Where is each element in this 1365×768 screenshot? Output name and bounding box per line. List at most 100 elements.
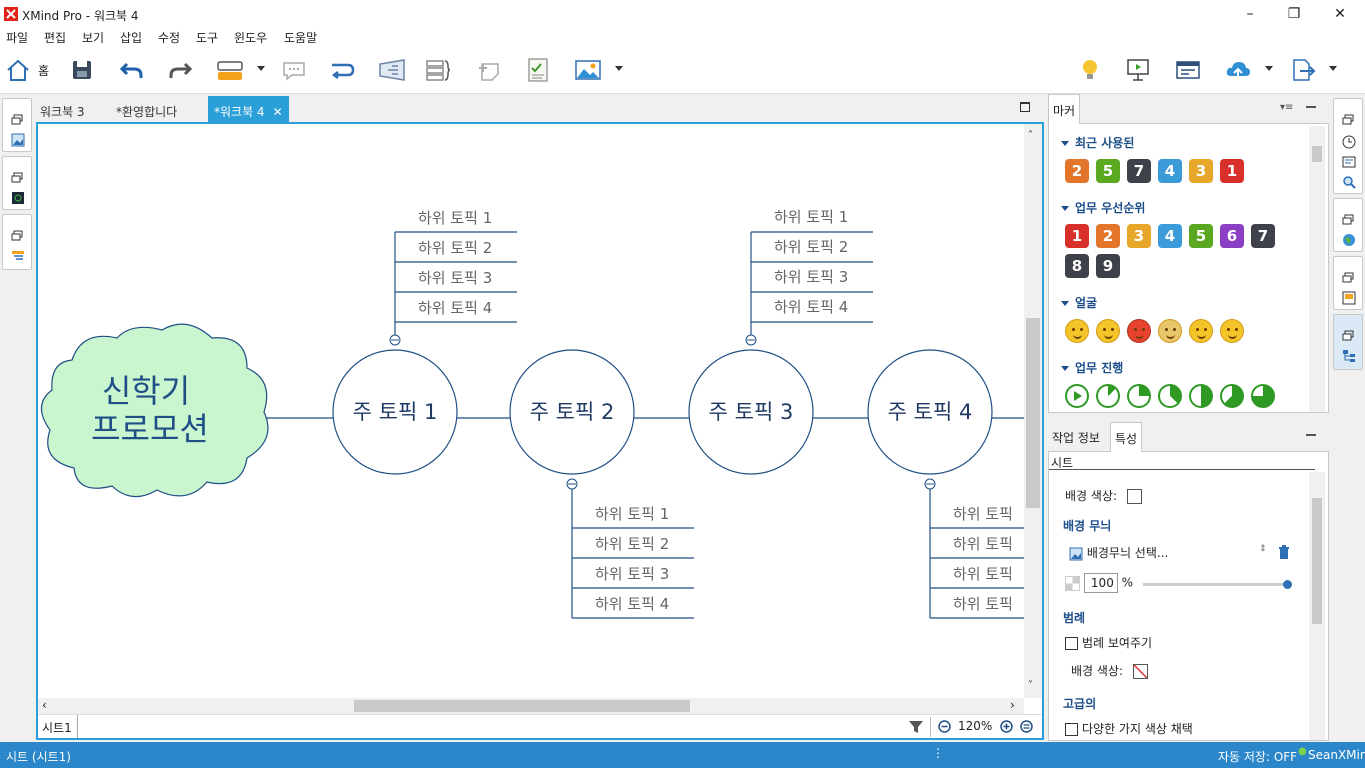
save-button[interactable] [68, 56, 96, 84]
smile-face-icon[interactable] [1065, 319, 1089, 343]
legend-background-swatch[interactable] [1132, 664, 1148, 679]
laugh-face-icon[interactable] [1096, 319, 1120, 343]
menu-help[interactable]: 도움말 [284, 29, 317, 46]
tab-workbook-4[interactable]: *워크북 4 ✕ [208, 96, 289, 122]
background-color-swatch[interactable] [1126, 489, 1142, 504]
tab-workbook-3[interactable]: 워크북 3 [34, 96, 91, 122]
vertical-scroll-thumb[interactable] [1026, 318, 1040, 508]
marker-priority-3[interactable]: 3 [1189, 159, 1213, 183]
marker-priority-8[interactable]: 8 [1065, 254, 1089, 278]
scroll-right-icon[interactable]: › [1010, 698, 1015, 712]
image-dropdown-caret[interactable] [615, 66, 623, 71]
overview-icon[interactable] [11, 191, 25, 205]
home-button[interactable] [4, 56, 32, 84]
task-button[interactable] [524, 56, 552, 84]
layout-button[interactable] [1174, 56, 1202, 84]
export-button[interactable] [1288, 56, 1316, 84]
markers-scroll-thumb[interactable] [1312, 146, 1322, 162]
menu-file[interactable]: 파일 [6, 29, 28, 46]
minimize-panel-icon[interactable] [1306, 106, 1316, 108]
tab-markers[interactable]: 마커 [1048, 94, 1081, 124]
topic-dropdown-caret[interactable] [257, 66, 265, 71]
presentation-button[interactable] [1124, 56, 1152, 84]
marker-priority-6[interactable]: 6 [1220, 224, 1244, 248]
progress-three-eighths-icon[interactable] [1158, 384, 1182, 408]
menu-window[interactable]: 윈도우 [234, 29, 267, 46]
section-faces[interactable]: 얼굴 [1061, 294, 1097, 311]
zoom-in-icon[interactable] [1000, 720, 1013, 733]
structure-icon[interactable] [1342, 349, 1356, 363]
marker-priority-4[interactable]: 4 [1158, 159, 1182, 183]
surprise-face-icon[interactable] [1189, 319, 1213, 343]
close-tab-icon[interactable]: ✕ [273, 105, 283, 119]
fit-zoom-icon[interactable] [1020, 720, 1033, 733]
marker-priority-2[interactable]: 2 [1096, 224, 1120, 248]
opacity-slider-handle[interactable] [1283, 580, 1292, 589]
progress-start-icon[interactable] [1065, 384, 1089, 408]
properties-scroll-thumb[interactable] [1312, 498, 1322, 624]
boring-face-icon[interactable] [1220, 319, 1244, 343]
properties-scrollbar[interactable] [1309, 472, 1325, 740]
scroll-down-icon[interactable]: ˅ [1028, 680, 1033, 691]
export-dropdown-caret[interactable] [1329, 66, 1337, 71]
cry-face-icon[interactable] [1158, 319, 1182, 343]
view-menu-icon[interactable]: ▾≡ [1280, 102, 1293, 113]
filter-icon[interactable] [908, 719, 924, 735]
boundary-button[interactable] [378, 56, 406, 84]
menu-tools[interactable]: 도구 [196, 29, 218, 46]
marker-priority-7[interactable]: 7 [1251, 224, 1275, 248]
checkbox[interactable] [1065, 637, 1078, 650]
markers-scrollbar[interactable] [1309, 126, 1325, 412]
horizontal-scroll-thumb[interactable] [354, 700, 690, 712]
marker-priority-5[interactable]: 5 [1096, 159, 1120, 183]
properties-icon[interactable] [1342, 155, 1356, 169]
minimize-button[interactable]: – [1240, 4, 1260, 24]
user-name[interactable]: SeanXMind [1308, 748, 1365, 762]
progress-three-quarters-icon[interactable] [1251, 384, 1275, 408]
gallery-icon[interactable] [1342, 291, 1356, 305]
wallpaper-select[interactable]: 배경무늬 선택... ⇕ [1069, 544, 1299, 561]
maximize-button[interactable]: ❐ [1284, 4, 1304, 24]
note-button[interactable] [476, 56, 504, 84]
menu-view[interactable]: 보기 [82, 29, 104, 46]
menu-modify[interactable]: 수정 [158, 29, 180, 46]
topic-button[interactable] [216, 56, 246, 84]
tab-properties[interactable]: 특성 [1110, 422, 1143, 452]
sheet-tab[interactable]: 시트1 [38, 715, 78, 738]
upload-dropdown-caret[interactable] [1265, 66, 1273, 71]
trash-icon[interactable] [1277, 544, 1291, 560]
progress-quarter-icon[interactable] [1127, 384, 1151, 408]
restore-icon[interactable] [11, 171, 25, 185]
marker-priority-5[interactable]: 5 [1189, 224, 1213, 248]
horizontal-scrollbar[interactable]: ‹ › [38, 698, 1024, 714]
callout-button[interactable] [280, 56, 308, 84]
scroll-up-icon[interactable]: ˄ [1028, 130, 1033, 141]
vertical-scrollbar[interactable]: ˄ ˅ [1024, 124, 1042, 698]
multi-color-checkbox[interactable]: 다양한 가지 색상 채택 [1065, 720, 1193, 737]
marker-priority-1[interactable]: 1 [1220, 159, 1244, 183]
minimize-panel-icon[interactable] [1306, 434, 1316, 436]
marker-priority-4[interactable]: 4 [1158, 224, 1182, 248]
opacity-input[interactable]: 100 [1083, 573, 1118, 593]
marker-priority-3[interactable]: 3 [1127, 224, 1151, 248]
checkbox[interactable] [1065, 723, 1078, 736]
legend-show-checkbox[interactable]: 범례 보여주기 [1065, 634, 1152, 651]
section-priority[interactable]: 업무 우선순위 [1061, 199, 1145, 216]
opacity-slider[interactable] [1143, 580, 1292, 589]
globe-icon[interactable] [1342, 233, 1356, 247]
spinner-icon[interactable]: ⇕ [1259, 544, 1267, 554]
undo-button[interactable] [118, 56, 146, 84]
outline-icon[interactable] [11, 249, 25, 263]
marker-priority-9[interactable]: 9 [1096, 254, 1120, 278]
restore-icon[interactable] [1342, 329, 1356, 343]
section-progress[interactable]: 업무 진행 [1061, 359, 1123, 376]
restore-icon[interactable] [11, 113, 25, 127]
tab-welcome[interactable]: *환영합니다 [110, 96, 183, 122]
scroll-left-icon[interactable]: ‹ [42, 698, 47, 712]
progress-five-eighths-icon[interactable] [1220, 384, 1244, 408]
restore-icon[interactable] [11, 229, 25, 243]
summary-button[interactable] [424, 56, 452, 84]
brainstorm-button[interactable] [1076, 56, 1104, 84]
marker-priority-7[interactable]: 7 [1127, 159, 1151, 183]
redo-button[interactable] [166, 56, 194, 84]
